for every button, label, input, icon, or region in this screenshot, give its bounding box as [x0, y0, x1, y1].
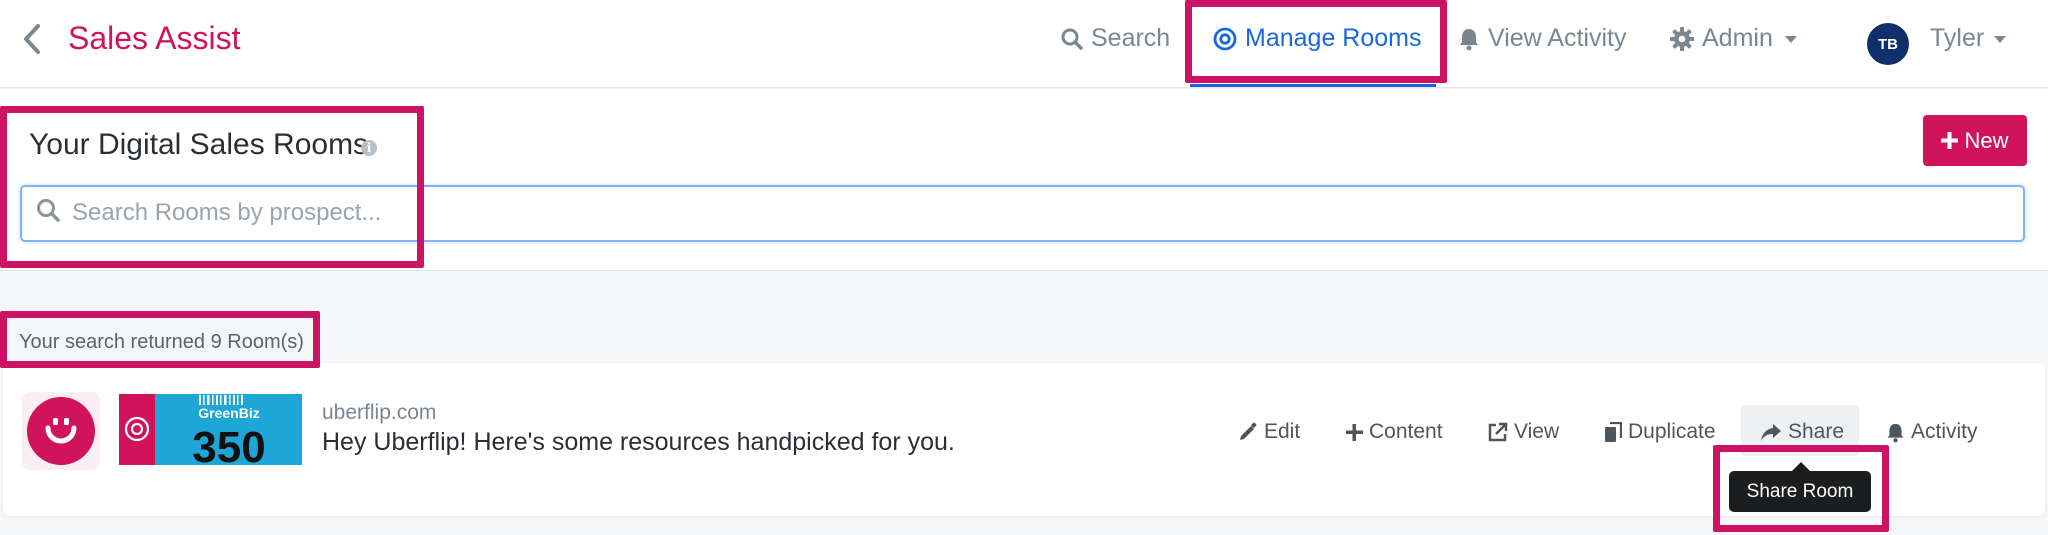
- edit-label: Edit: [1264, 420, 1301, 443]
- user-menu[interactable]: Tyler: [1930, 24, 2007, 53]
- chevron-down-icon: [1784, 36, 1797, 43]
- page-title: Your Digital Sales Rooms: [29, 128, 369, 161]
- room-thumbnail: GreenBiz 350: [119, 394, 302, 465]
- search-icon: [37, 199, 60, 222]
- back-chevron-icon[interactable]: [18, 22, 44, 56]
- uberflip-logo-icon: [45, 418, 77, 444]
- thumbnail-brand: GreenBiz: [198, 405, 259, 421]
- share-room-button[interactable]: Share: [1760, 420, 1844, 444]
- gear-icon: [1670, 26, 1694, 51]
- search-icon: [1061, 28, 1083, 50]
- nav-admin-dropdown[interactable]: Admin: [1670, 24, 1797, 53]
- user-name: Tyler: [1930, 24, 1985, 52]
- share-room-tooltip: Share Room: [1729, 471, 1871, 512]
- copy-icon: [1605, 421, 1622, 442]
- new-room-button[interactable]: New: [1923, 115, 2027, 166]
- rooms-header-panel: [0, 89, 2048, 271]
- active-tab-underline: [1190, 84, 1436, 87]
- search-rooms-input[interactable]: [72, 190, 2012, 236]
- nav-search[interactable]: Search: [1061, 24, 1170, 53]
- view-room-button[interactable]: View: [1487, 420, 1559, 444]
- plus-icon: [1941, 132, 1959, 149]
- tooltip-arrow: [1792, 462, 1810, 471]
- share-label: Share: [1788, 420, 1845, 443]
- pencil-icon: [1240, 422, 1257, 440]
- content-label: Content: [1369, 420, 1443, 443]
- view-label: View: [1514, 420, 1560, 443]
- nav-search-label: Search: [1091, 24, 1171, 52]
- room-domain: uberflip.com: [322, 401, 437, 424]
- add-content-button[interactable]: Content: [1346, 420, 1443, 444]
- nav-manage-rooms-label: Manage Rooms: [1245, 24, 1422, 52]
- share-icon: [1761, 423, 1781, 441]
- results-summary: Your search returned 9 Room(s): [19, 331, 304, 353]
- nav-view-activity-label: View Activity: [1488, 24, 1627, 52]
- room-message: Hey Uberflip! Here's some resources hand…: [322, 428, 955, 456]
- nav-manage-rooms[interactable]: Manage Rooms: [1213, 24, 1421, 53]
- duplicate-label: Duplicate: [1628, 420, 1716, 443]
- thumbnail-number: 350: [192, 423, 265, 465]
- activity-label: Activity: [1911, 420, 1978, 443]
- duplicate-room-button[interactable]: Duplicate: [1604, 420, 1716, 444]
- nav-admin-label: Admin: [1702, 24, 1773, 52]
- room-logo: [22, 392, 100, 470]
- room-activity-button[interactable]: Activity: [1886, 420, 1978, 444]
- nav-view-activity[interactable]: View Activity: [1458, 24, 1626, 53]
- target-icon: [1213, 27, 1237, 50]
- bell-icon: [1887, 423, 1904, 442]
- app-title[interactable]: Sales Assist: [68, 20, 241, 57]
- new-room-button-label: New: [1964, 127, 2009, 153]
- bell-icon: [1460, 28, 1478, 50]
- chevron-down-icon: [1994, 36, 2007, 43]
- external-link-icon: [1488, 422, 1508, 441]
- info-icon[interactable]: i: [361, 140, 377, 156]
- plus-icon: [1346, 423, 1363, 441]
- edit-room-button[interactable]: Edit: [1238, 420, 1300, 444]
- user-avatar[interactable]: TB: [1867, 23, 1909, 65]
